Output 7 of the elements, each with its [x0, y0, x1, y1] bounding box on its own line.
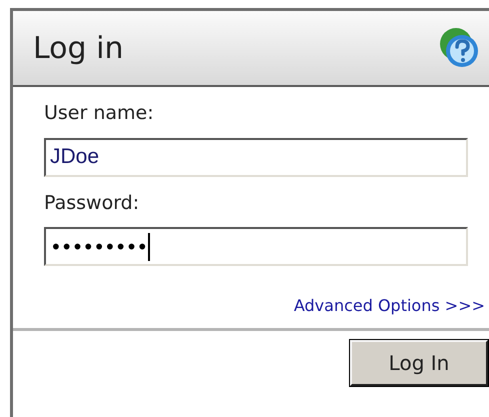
password-field[interactable]: ••••••••• [44, 227, 468, 266]
login-button[interactable]: Log In [350, 340, 488, 386]
field-label: User name: [44, 101, 155, 126]
username-field[interactable]: JDoe [44, 138, 468, 176]
panel-title: Log in [33, 30, 124, 68]
advanced-options-link[interactable]: Advanced Options >>> [294, 294, 485, 318]
field-label: Password: [44, 190, 140, 216]
